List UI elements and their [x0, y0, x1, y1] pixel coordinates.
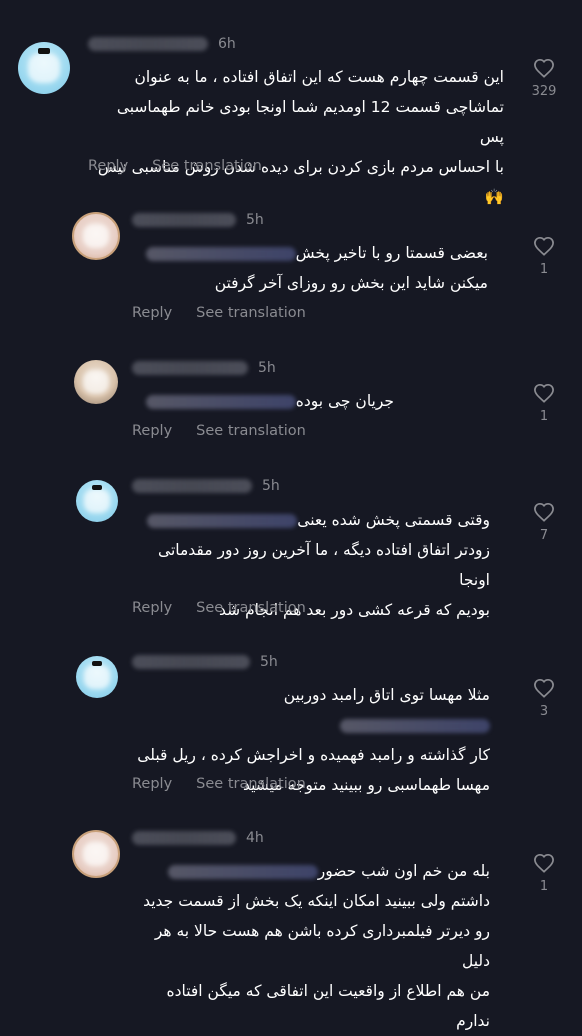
- heart-icon[interactable]: [533, 678, 555, 698]
- username-blurred[interactable]: [132, 479, 252, 493]
- see-translation-button[interactable]: See translation: [196, 776, 306, 792]
- reply-button[interactable]: Reply: [132, 600, 172, 616]
- comment-time: 5h: [260, 654, 278, 670]
- mention-blurred[interactable]: [145, 246, 296, 261]
- like-count: 1: [539, 409, 549, 424]
- like-button[interactable]: 7: [524, 502, 564, 543]
- like-count: 7: [539, 528, 549, 543]
- like-button[interactable]: 329: [524, 58, 564, 99]
- mention-blurred[interactable]: [145, 394, 296, 409]
- like-button[interactable]: 1: [524, 853, 564, 894]
- username-blurred[interactable]: [132, 655, 250, 669]
- reply-button[interactable]: Reply: [88, 158, 128, 174]
- avatar[interactable]: [72, 212, 120, 260]
- like-button[interactable]: 3: [524, 678, 564, 719]
- comment-text: بعضی قسمتا رو با تاخیر پخش میکنن شاید ای…: [132, 238, 488, 298]
- comment-time: 5h: [262, 478, 280, 494]
- comment-time: 4h: [246, 830, 264, 846]
- heart-icon[interactable]: [533, 383, 555, 403]
- avatar[interactable]: [72, 830, 120, 878]
- like-count: 3: [539, 704, 549, 719]
- see-translation-button[interactable]: See translation: [196, 305, 306, 321]
- like-count: 1: [539, 879, 549, 894]
- reply-button[interactable]: Reply: [132, 423, 172, 439]
- comment-time: 5h: [246, 212, 264, 228]
- see-translation-button[interactable]: See translation: [196, 423, 306, 439]
- heart-icon[interactable]: [533, 236, 555, 256]
- see-translation-button[interactable]: See translation: [152, 158, 262, 174]
- reply-button[interactable]: Reply: [132, 776, 172, 792]
- like-count: 329: [531, 84, 557, 99]
- comment-text: این قسمت چهارم هست که این اتفاق افتاده ،…: [97, 68, 504, 206]
- reply-button[interactable]: Reply: [132, 305, 172, 321]
- heart-icon[interactable]: [533, 58, 555, 78]
- avatar[interactable]: [74, 360, 118, 404]
- mention-blurred[interactable]: [340, 718, 490, 733]
- comment-time: 6h: [218, 36, 236, 52]
- avatar[interactable]: [18, 42, 70, 94]
- username-blurred[interactable]: [88, 37, 208, 51]
- comment-text: بله من خم اون شب حضور داشتم ولی ببینید ا…: [143, 862, 490, 1030]
- mention-blurred[interactable]: [167, 864, 318, 879]
- avatar[interactable]: [76, 480, 118, 522]
- mention-blurred[interactable]: [147, 513, 298, 528]
- heart-icon[interactable]: [533, 502, 555, 522]
- username-blurred[interactable]: [132, 213, 236, 227]
- avatar[interactable]: [76, 656, 118, 698]
- comment-time: 5h: [258, 360, 276, 376]
- like-count: 1: [539, 262, 549, 277]
- like-button[interactable]: 1: [524, 383, 564, 424]
- username-blurred[interactable]: [132, 831, 236, 845]
- username-blurred[interactable]: [132, 361, 248, 375]
- see-translation-button[interactable]: See translation: [196, 600, 306, 616]
- comment-text: جریان چی بوده: [132, 386, 394, 416]
- heart-icon[interactable]: [533, 853, 555, 873]
- like-button[interactable]: 1: [524, 236, 564, 277]
